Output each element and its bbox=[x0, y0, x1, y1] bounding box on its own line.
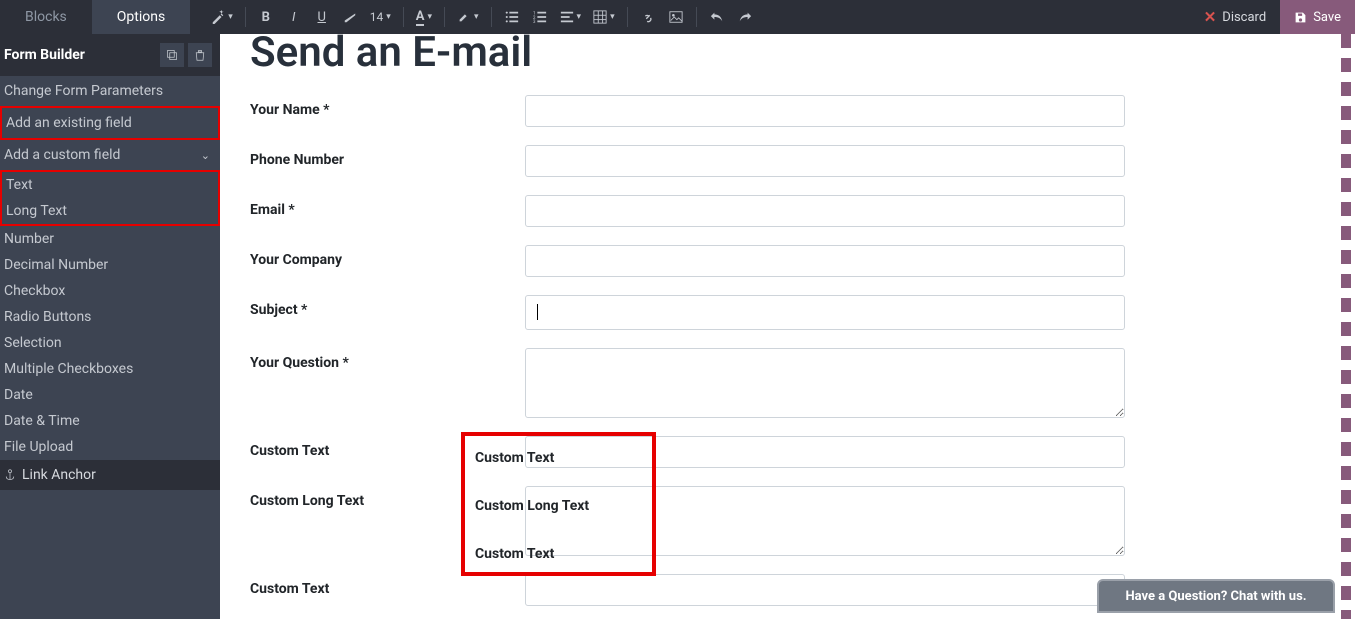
row-email: Email * bbox=[250, 195, 1130, 227]
sidebar-add-existing-field[interactable]: Add an existing field bbox=[0, 106, 220, 140]
image-button[interactable] bbox=[662, 0, 690, 34]
custom-fields-highlight: Custom Text Custom Long Text Custom Text bbox=[461, 432, 656, 576]
label-company: Your Company bbox=[250, 245, 525, 268]
highlight-custom-text-1: Custom Text bbox=[475, 450, 652, 466]
caret-down-icon: ▾ bbox=[427, 12, 432, 22]
link-anchor-item[interactable]: Link Anchor bbox=[0, 460, 220, 490]
label-question: Your Question * bbox=[250, 348, 525, 371]
input-company[interactable] bbox=[525, 245, 1125, 277]
custom-field-decimal[interactable]: Decimal Number bbox=[0, 252, 220, 278]
unordered-list-button[interactable] bbox=[498, 0, 526, 34]
remove-format-button[interactable] bbox=[336, 0, 364, 34]
redo-button[interactable] bbox=[731, 0, 759, 34]
anchor-icon bbox=[4, 469, 16, 481]
editor-toolbar: ▾ B I U 14 ▾ A ▾ ▾ 123 ▾ bbox=[190, 0, 1190, 34]
font-size-dropdown[interactable]: 14 ▾ bbox=[364, 0, 397, 34]
chat-widget[interactable]: Have a Question? Chat with us. bbox=[1097, 579, 1335, 613]
font-color-button[interactable]: A ▾ bbox=[410, 0, 438, 34]
sidebar-header: Form Builder bbox=[0, 34, 220, 76]
custom-field-number[interactable]: Number bbox=[0, 226, 220, 252]
save-button[interactable]: Save bbox=[1280, 0, 1355, 34]
textarea-question[interactable] bbox=[525, 348, 1125, 418]
label-email: Email * bbox=[250, 195, 525, 218]
label-phone: Phone Number bbox=[250, 145, 525, 168]
separator bbox=[245, 7, 246, 27]
separator bbox=[491, 7, 492, 27]
align-button[interactable]: ▾ bbox=[554, 0, 588, 34]
add-custom-label: Add a custom field bbox=[4, 147, 120, 163]
sidebar-add-custom-field[interactable]: Add a custom field ⌄ bbox=[0, 140, 220, 170]
caret-down-icon: ▾ bbox=[386, 12, 391, 22]
table-button[interactable]: ▾ bbox=[587, 0, 621, 34]
highlight-custom-text-2: Custom Text bbox=[475, 546, 652, 562]
caret-down-icon: ▾ bbox=[474, 12, 479, 22]
custom-field-selection[interactable]: Selection bbox=[0, 330, 220, 356]
custom-field-radio[interactable]: Radio Buttons bbox=[0, 304, 220, 330]
input-subject[interactable] bbox=[525, 295, 1125, 330]
label-custom-text-2: Custom Text bbox=[250, 574, 525, 597]
input-email[interactable] bbox=[525, 195, 1125, 227]
topbar: Blocks Options ▾ B I U 14 ▾ A ▾ ▾ bbox=[0, 0, 1355, 34]
close-icon: ✕ bbox=[1204, 8, 1217, 26]
separator bbox=[696, 7, 697, 27]
row-phone: Phone Number bbox=[250, 145, 1130, 177]
custom-field-checkbox[interactable]: Checkbox bbox=[0, 278, 220, 304]
save-label: Save bbox=[1313, 10, 1341, 25]
magic-wand-button[interactable]: ▾ bbox=[205, 0, 239, 34]
content-area: Send an E-mail Your Name * Phone Number … bbox=[220, 34, 1355, 619]
caret-down-icon: ▾ bbox=[228, 12, 233, 22]
row-custom-long-text: Custom Long Text bbox=[250, 486, 1130, 556]
svg-text:3: 3 bbox=[533, 20, 536, 24]
undo-button[interactable] bbox=[703, 0, 731, 34]
caret-down-icon: ▾ bbox=[610, 12, 615, 22]
row-your-name: Your Name * bbox=[250, 95, 1130, 127]
discard-label: Discard bbox=[1222, 10, 1266, 25]
custom-field-multi-checkbox[interactable]: Multiple Checkboxes bbox=[0, 356, 220, 382]
ordered-list-button[interactable]: 123 bbox=[526, 0, 554, 34]
custom-field-text[interactable]: Text bbox=[2, 172, 218, 198]
tab-blocks[interactable]: Blocks bbox=[0, 0, 92, 34]
sidebar-change-params[interactable]: Change Form Parameters bbox=[0, 76, 220, 106]
right-actions: ✕ Discard Save bbox=[1190, 0, 1355, 34]
row-custom-text-2: Custom Text bbox=[250, 574, 1130, 606]
custom-field-long-text[interactable]: Long Text bbox=[2, 198, 218, 224]
form-builder-title: Form Builder bbox=[4, 47, 85, 63]
input-phone[interactable] bbox=[525, 145, 1125, 177]
edit-stripe bbox=[1341, 34, 1351, 619]
duplicate-button[interactable] bbox=[160, 43, 184, 67]
row-question: Your Question * bbox=[250, 348, 1130, 418]
link-anchor-label: Link Anchor bbox=[22, 467, 96, 483]
input-your-name[interactable] bbox=[525, 95, 1125, 127]
main: Form Builder Change Form Parameters Add … bbox=[0, 34, 1355, 619]
custom-field-datetime[interactable]: Date & Time bbox=[0, 408, 220, 434]
chat-label: Have a Question? Chat with us. bbox=[1125, 589, 1306, 604]
custom-field-file-upload[interactable]: File Upload bbox=[0, 434, 220, 460]
label-your-name: Your Name * bbox=[250, 95, 525, 118]
highlight-custom-long: Custom Long Text bbox=[475, 498, 652, 514]
separator bbox=[403, 7, 404, 27]
delete-button[interactable] bbox=[188, 43, 212, 67]
separator bbox=[444, 7, 445, 27]
tab-options[interactable]: Options bbox=[92, 0, 190, 34]
highlight-button[interactable]: ▾ bbox=[451, 0, 485, 34]
underline-button[interactable]: U bbox=[308, 0, 336, 34]
chevron-down-icon: ⌄ bbox=[201, 149, 210, 162]
caret-down-icon: ▾ bbox=[577, 12, 582, 22]
link-button[interactable] bbox=[634, 0, 662, 34]
row-subject: Subject * bbox=[250, 295, 1130, 330]
label-subject: Subject * bbox=[250, 295, 525, 318]
italic-button[interactable]: I bbox=[280, 0, 308, 34]
input-custom-text-2[interactable] bbox=[525, 574, 1125, 606]
save-icon bbox=[1294, 11, 1307, 24]
form-area: Send an E-mail Your Name * Phone Number … bbox=[250, 34, 1130, 619]
custom-field-date[interactable]: Date bbox=[0, 382, 220, 408]
row-custom-text-1: Custom Text bbox=[250, 436, 1130, 468]
bold-button[interactable]: B bbox=[252, 0, 280, 34]
row-company: Your Company bbox=[250, 245, 1130, 277]
page-title: Send an E-mail bbox=[250, 34, 1130, 77]
custom-field-text-group: Text Long Text bbox=[0, 170, 220, 226]
discard-button[interactable]: ✕ Discard bbox=[1190, 0, 1280, 34]
separator bbox=[627, 7, 628, 27]
sidebar: Form Builder Change Form Parameters Add … bbox=[0, 34, 220, 619]
